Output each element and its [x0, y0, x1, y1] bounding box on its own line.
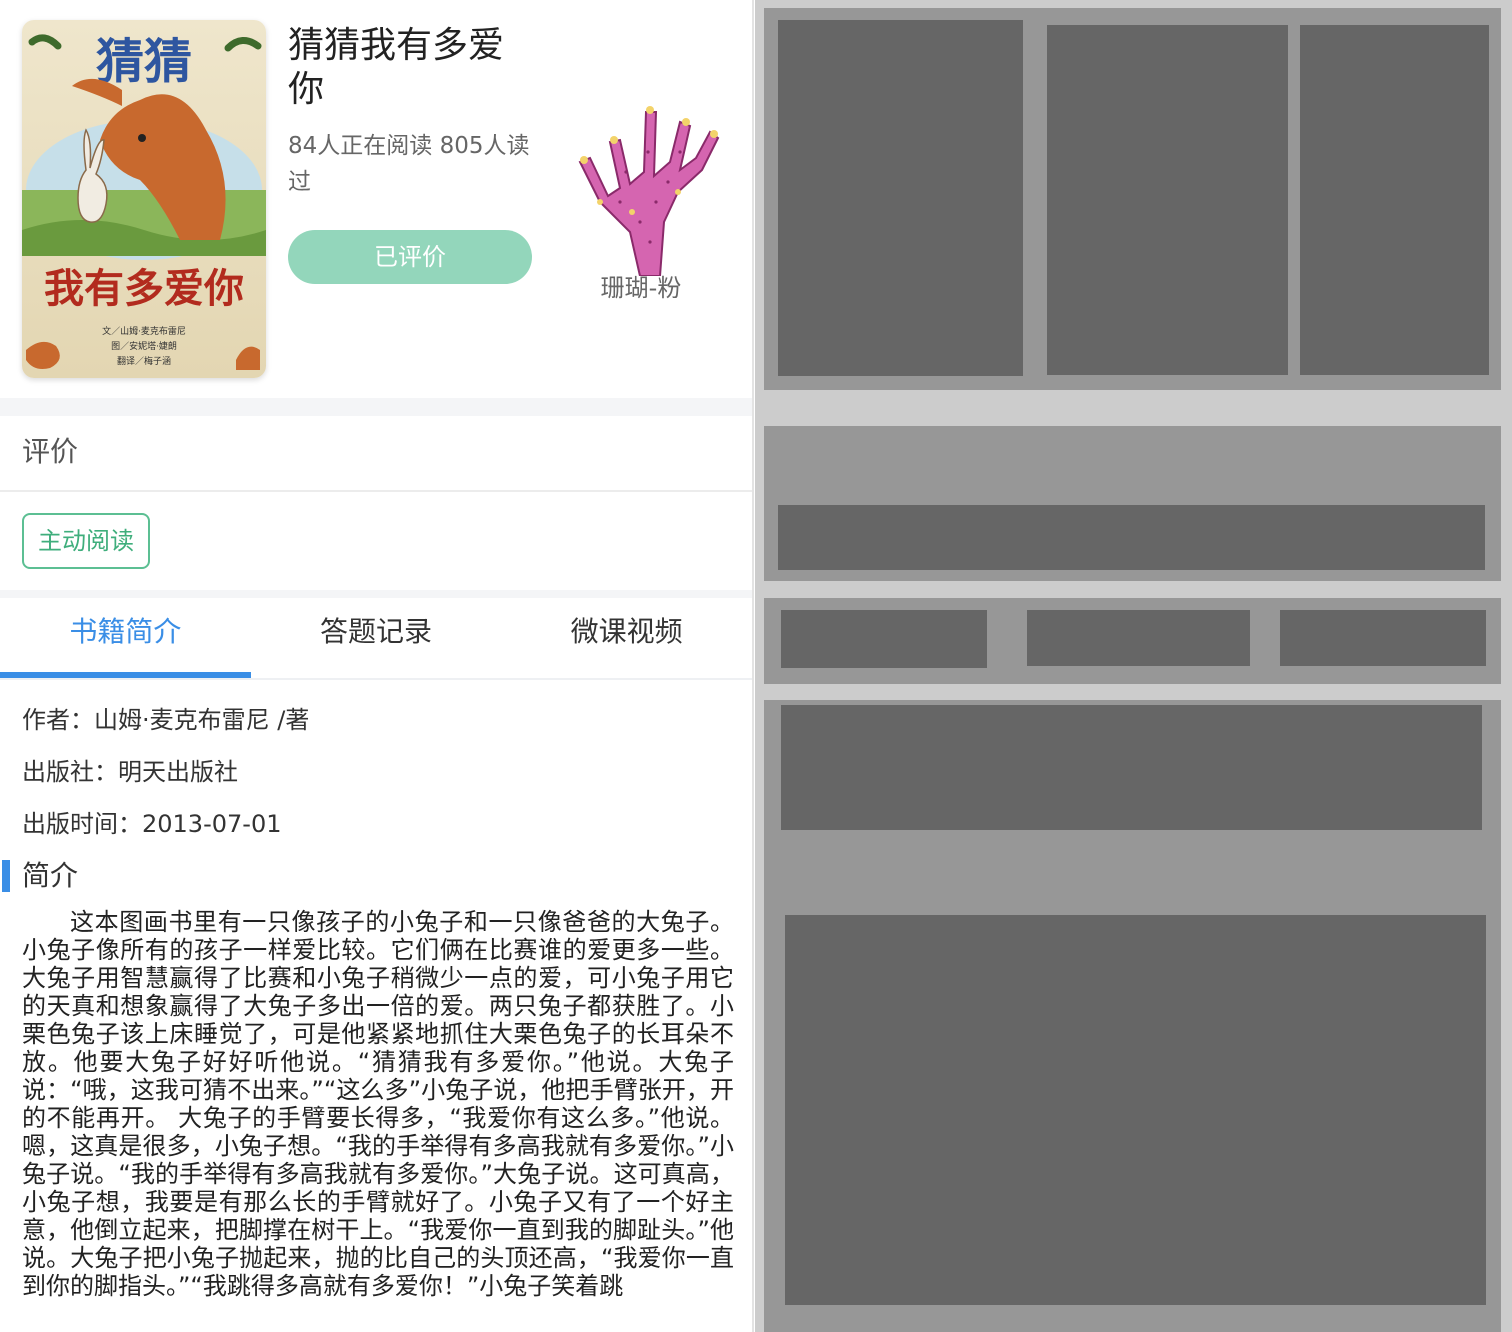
tab-book-intro[interactable]: 书籍简介	[0, 598, 251, 680]
author-value: 山姆·麦克布雷尼 /著	[94, 706, 310, 734]
pubdate-value: 2013-07-01	[142, 810, 282, 838]
book-cover-image[interactable]: 猜猜 我有多爱你 文／山姆·麦克布雷尼 图／安妮塔·婕朗 翻译／梅子涵	[22, 20, 266, 378]
intro-title: 简介	[22, 859, 79, 892]
book-title: 猜猜我有多爱你	[288, 25, 505, 110]
placeholder-title	[1047, 25, 1288, 375]
cover-illustration-icon: 猜猜 我有多爱你 文／山姆·麦克布雷尼 图／安妮塔·婕朗 翻译／梅子涵	[22, 20, 266, 378]
reading-stats: 84人正在阅读 805人读过	[288, 133, 530, 195]
publisher-row: 出版社：明天出版社	[22, 752, 238, 787]
placeholder-details	[781, 705, 1482, 830]
svg-text:文／山姆·麦克布雷尼: 文／山姆·麦克布雷尼	[102, 325, 186, 337]
pubdate-label: 出版时间：	[22, 810, 142, 838]
svg-text:图／安妮塔·婕朗: 图／安妮塔·婕朗	[111, 340, 177, 352]
placeholder-preview-panel	[755, 0, 1512, 1332]
svg-text:猜猜: 猜猜	[96, 34, 192, 90]
placeholder-evaluation	[778, 505, 1485, 570]
evaluation-title: 评价	[22, 435, 79, 468]
tab-bar: 书籍简介 答题记录 微课视频	[0, 598, 752, 680]
svg-text:翻译／梅子涵: 翻译／梅子涵	[117, 355, 171, 367]
svg-text:我有多爱你: 我有多爱你	[44, 265, 244, 312]
pubdate-row: 出版时间：2013-07-01	[22, 804, 281, 839]
placeholder-tab	[781, 610, 987, 668]
publisher-value: 明天出版社	[118, 758, 238, 786]
section-divider	[0, 398, 752, 416]
badge-label: 珊瑚-粉	[600, 274, 682, 302]
placeholder-badge	[1300, 25, 1489, 375]
coral-badge-icon	[560, 92, 722, 277]
author-label: 作者：	[22, 706, 94, 734]
tab-micro-lessons[interactable]: 微课视频	[501, 598, 752, 680]
placeholder-intro	[785, 915, 1486, 1305]
rated-button[interactable]: 已评价	[288, 230, 532, 284]
evaluation-tag[interactable]: 主动阅读	[22, 513, 150, 569]
divider	[0, 490, 752, 492]
placeholder-tab	[1027, 610, 1250, 666]
intro-text: 这本图画书里有一只像孩子的小兔子和一只像爸爸的大兔子。小兔子像所有的孩子一样爱比…	[22, 908, 734, 1300]
tab-answer-records[interactable]: 答题记录	[251, 598, 502, 680]
section-marker	[2, 860, 10, 892]
placeholder-cover	[778, 20, 1023, 376]
placeholder-tab	[1280, 610, 1486, 666]
section-divider	[0, 590, 752, 598]
author-row: 作者：山姆·麦克布雷尼 /著	[22, 700, 309, 735]
publisher-label: 出版社：	[22, 758, 118, 786]
divider	[0, 678, 752, 680]
book-detail-panel: 猜猜 我有多爱你 文／山姆·麦克布雷尼 图／安妮塔·婕朗 翻译／梅子涵 猜猜我有…	[0, 0, 754, 1332]
